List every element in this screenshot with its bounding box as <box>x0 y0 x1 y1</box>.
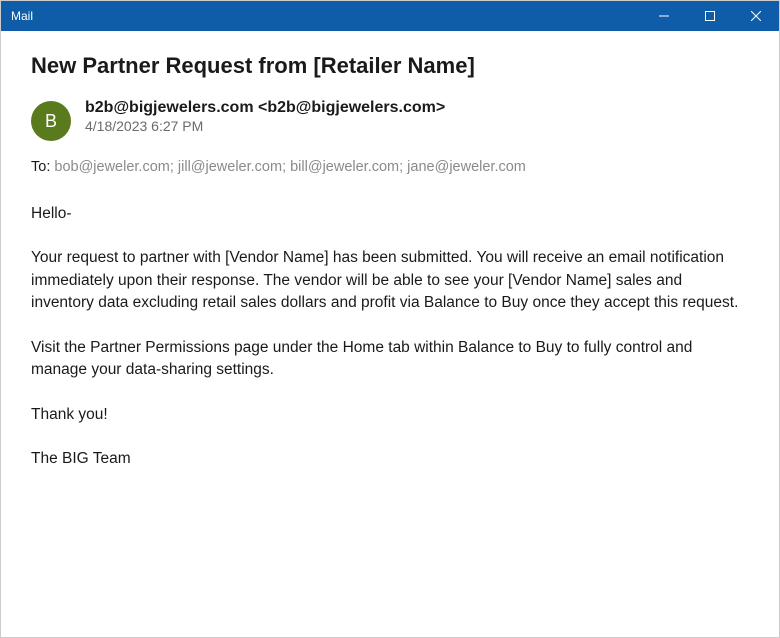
body-greeting: Hello- <box>31 203 749 225</box>
email-timestamp: 4/18/2023 6:27 PM <box>85 118 445 134</box>
body-paragraph-1: Your request to partner with [Vendor Nam… <box>31 247 749 314</box>
email-subject: New Partner Request from [Retailer Name] <box>31 53 749 79</box>
window-controls <box>641 1 779 31</box>
sender-info: b2b@bigjewelers.com <b2b@bigjewelers.com… <box>85 99 445 134</box>
maximize-icon <box>705 11 715 21</box>
to-list: bob@jeweler.com; jill@jeweler.com; bill@… <box>54 159 526 175</box>
to-label: To: <box>31 159 54 175</box>
email-content: New Partner Request from [Retailer Name]… <box>1 31 779 491</box>
close-button[interactable] <box>733 1 779 31</box>
sender-display: b2b@bigjewelers.com <b2b@bigjewelers.com… <box>85 99 445 117</box>
titlebar: Mail <box>1 1 779 31</box>
email-body: Hello- Your request to partner with [Ven… <box>31 203 749 471</box>
minimize-icon <box>659 11 669 21</box>
sender-row: B b2b@bigjewelers.com <b2b@bigjewelers.c… <box>31 99 749 141</box>
close-icon <box>751 11 761 21</box>
window-title: Mail <box>11 9 33 23</box>
sender-avatar: B <box>31 101 71 141</box>
minimize-button[interactable] <box>641 1 687 31</box>
window-title-text: Mail <box>11 9 33 23</box>
body-paragraph-3: Thank you! <box>31 404 749 426</box>
body-paragraph-2: Visit the Partner Permissions page under… <box>31 337 749 382</box>
body-signoff: The BIG Team <box>31 448 749 470</box>
maximize-button[interactable] <box>687 1 733 31</box>
recipients-line: To: bob@jeweler.com; jill@jeweler.com; b… <box>31 159 749 175</box>
